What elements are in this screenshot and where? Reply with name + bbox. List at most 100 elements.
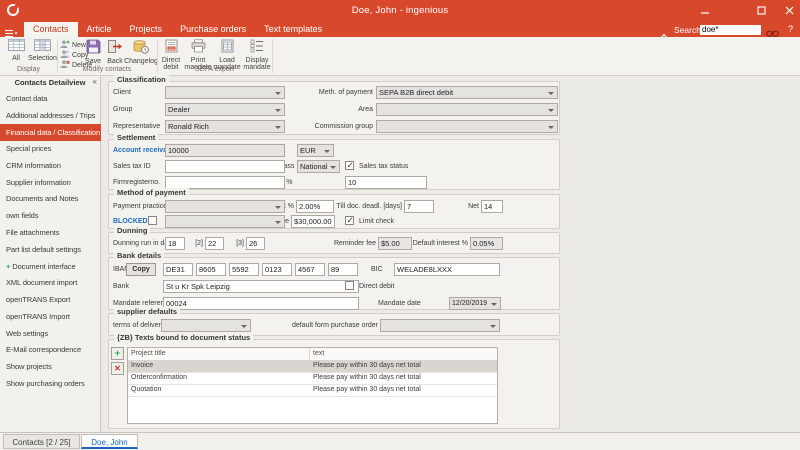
changelog-button[interactable]: Changelog	[124, 39, 158, 65]
chevron-down-icon	[548, 126, 554, 129]
close-button[interactable]	[778, 3, 800, 18]
all-button[interactable]: All	[3, 39, 29, 62]
till-doc-deadline-field[interactable]: 7	[404, 200, 434, 213]
iban-segment-6[interactable]: 89	[328, 263, 358, 276]
column-text[interactable]: text	[310, 348, 497, 360]
client-select[interactable]	[165, 86, 285, 99]
terms-of-delivery-select[interactable]	[161, 319, 251, 332]
area-select[interactable]	[376, 103, 558, 116]
bottom-tab-bar: Contacts [2 / 25] Doe, John	[0, 432, 800, 450]
reminder-fee-field[interactable]: $5.00	[378, 237, 412, 250]
column-project-title[interactable]: Project title	[128, 348, 309, 360]
mandate-reference-field[interactable]: 00024	[163, 297, 359, 310]
load-mandate-document-icon	[210, 39, 244, 56]
tab-contacts-list[interactable]: Contacts [2 / 25]	[3, 434, 80, 449]
account-receivable-field[interactable]: 10000	[165, 144, 285, 157]
tab-projects[interactable]: Projects	[121, 22, 172, 37]
back-button[interactable]: Back	[104, 39, 126, 65]
bank-name-field[interactable]: St u Kr Spk Leipzig	[163, 280, 359, 293]
dunning-run-1-field[interactable]: 18	[165, 237, 185, 250]
sidebar-item-financial-data[interactable]: Financial data / Classification	[0, 124, 101, 141]
tab-article[interactable]: Article	[78, 22, 121, 37]
person-add-icon	[60, 40, 70, 50]
sidebar-item-own-fields[interactable]: own fields	[0, 208, 101, 223]
chevron-down-icon	[491, 303, 497, 306]
sidebar-item-email-correspondence[interactable]: E-Mail correspondence	[0, 342, 101, 357]
default-form-purchase-order-select[interactable]	[380, 319, 500, 332]
max-open-balance-field[interactable]: $30,000.00	[291, 215, 335, 228]
sepa-export-group-label: SEPA export	[157, 66, 272, 73]
tab-contacts[interactable]: Contacts	[24, 22, 78, 37]
sidebar-item-contact-data[interactable]: Contact data	[0, 91, 101, 106]
currency-select[interactable]: EUR	[297, 144, 334, 157]
help-button[interactable]: ?	[788, 24, 793, 34]
sidebar-item-show-projects[interactable]: Show projects	[0, 359, 101, 374]
representative-select[interactable]: Ronald Rich	[165, 120, 285, 133]
limit-check-label: Limit check	[359, 217, 394, 227]
tab-text-templates[interactable]: Text templates	[255, 22, 331, 37]
iban-segment-1[interactable]: DE31	[163, 263, 193, 276]
table-row-quotation[interactable]: Quotation Please pay within 30 days net …	[128, 384, 497, 397]
dunning-run-2-field[interactable]: 22	[205, 237, 224, 250]
sidebar-item-opentrans-import[interactable]: openTRANS Import	[0, 309, 101, 324]
tab-purchase-orders[interactable]: Purchase orders	[171, 22, 255, 37]
chevron-down-icon	[275, 109, 281, 112]
commission-group-select[interactable]	[376, 120, 558, 133]
person-copy-icon	[60, 50, 70, 60]
bic-field[interactable]: WELADE8LXXX	[394, 263, 500, 276]
minimize-button[interactable]	[694, 3, 716, 18]
surcharge-field[interactable]: 10	[345, 176, 427, 189]
tree-expander-icon[interactable]: +	[6, 262, 10, 271]
sales-tax-id-field[interactable]	[165, 160, 285, 173]
iban-segment-3[interactable]: 5592	[229, 263, 259, 276]
sidebar-item-opentrans-export[interactable]: openTRANS Export	[0, 292, 101, 307]
sidebar-item-xml-document-import[interactable]: XML document import	[0, 275, 101, 290]
texts-delete-button[interactable]: ✕	[111, 362, 124, 375]
sidebar-item-additional-addresses[interactable]: Additional addresses / Trips	[0, 108, 101, 123]
sidebar-item-crm-information[interactable]: CRM information	[0, 158, 101, 173]
group-separator	[272, 39, 273, 73]
ribbon-toolbar: All Selection Display New Copy Delete Sa…	[0, 37, 800, 76]
sidebar-item-supplier-information[interactable]: Supplier information	[0, 175, 101, 190]
group-value: Dealer	[168, 105, 190, 114]
tab-current-contact[interactable]: Doe, John	[81, 434, 138, 449]
search-input[interactable]	[700, 25, 761, 35]
dunning-run-3-field[interactable]: 26	[246, 237, 265, 250]
sidebar-item-document-interface[interactable]: +Document interface	[0, 259, 101, 274]
method-of-payment-select[interactable]: SEPA B2B direct debit	[376, 86, 558, 99]
cell-project-title: Invoice	[128, 360, 309, 372]
net-field[interactable]: 14	[481, 200, 503, 213]
texts-legend: {ZB} Texts bound to document status	[114, 333, 253, 343]
sidebar-collapse-icon[interactable]: «	[93, 77, 97, 86]
country-class-select[interactable]: National	[297, 160, 340, 173]
maximize-button[interactable]	[750, 3, 772, 18]
group-select[interactable]: Dealer	[165, 103, 285, 116]
iban-segment-5[interactable]: 4567	[295, 263, 325, 276]
sidebar-item-file-attachments[interactable]: File attachments	[0, 225, 101, 240]
limit-check-checkbox[interactable]	[345, 216, 354, 225]
direct-debit-checkbox[interactable]	[345, 281, 354, 290]
sidebar-item-special-prices[interactable]: Special prices	[0, 141, 101, 156]
mandate-date-field[interactable]: 12/20/2019	[449, 297, 501, 310]
iban-segment-2[interactable]: 8605	[196, 263, 226, 276]
sidebar-item-show-purchasing-orders[interactable]: Show purchasing orders	[0, 376, 101, 391]
representative-value: Ronald Rich	[168, 122, 209, 131]
default-interest-field[interactable]: 0.05%	[470, 237, 503, 250]
cell-project-title: Orderconfirmation	[128, 372, 309, 384]
payment-practice-select[interactable]	[165, 200, 285, 213]
blocked-select[interactable]	[165, 215, 285, 228]
iban-segment-4[interactable]: 0123	[262, 263, 292, 276]
sidebar-item-documents-and-notes[interactable]: Documents and Notes	[0, 191, 101, 206]
texts-add-button[interactable]: +	[111, 347, 124, 360]
sidebar-item-part-list-default-settings[interactable]: Part list default settings	[0, 242, 101, 257]
sales-tax-status-checkbox[interactable]	[345, 161, 354, 170]
iban-copy-button[interactable]: Copy	[126, 263, 156, 276]
selection-button[interactable]: Selection	[28, 39, 57, 62]
chevron-down-icon	[275, 92, 281, 95]
bank-details-legend: Bank details	[114, 251, 164, 261]
discount-field[interactable]: 2.00%	[296, 200, 334, 213]
save-button[interactable]: Save	[82, 39, 104, 65]
sidebar-item-web-settings[interactable]: Web settings	[0, 326, 101, 341]
settlement-legend: Settlement	[114, 133, 158, 143]
blocked-checkbox[interactable]	[148, 216, 157, 225]
